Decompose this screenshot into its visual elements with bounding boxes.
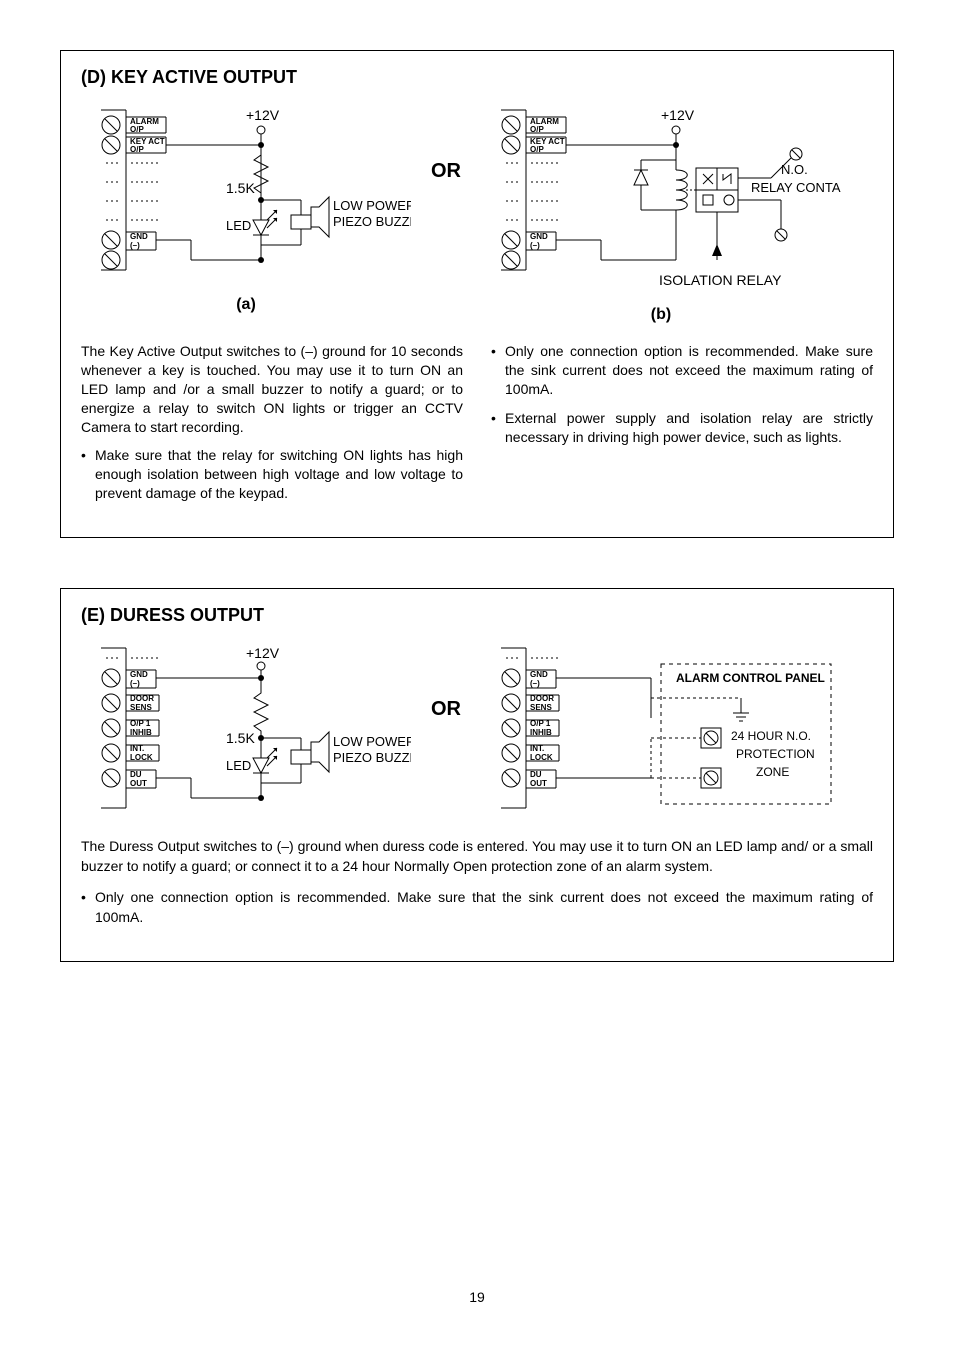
section-e-panel: (E) DURESS OUTPUT GND(–): [60, 588, 894, 962]
svg-text:LOW POWER: LOW POWER: [333, 734, 411, 749]
svg-text:ZONE: ZONE: [756, 765, 789, 779]
svg-text:(–): (–): [130, 679, 140, 688]
svg-text:(–): (–): [530, 679, 540, 688]
svg-text:+12V: +12V: [246, 645, 280, 661]
svg-text:O/P: O/P: [530, 125, 544, 134]
or-separator-d: OR: [431, 100, 461, 183]
section-d-panel: (D) KEY ACTIVE OUTPUT ALARMO/P: [60, 50, 894, 538]
svg-text:DU: DU: [530, 770, 542, 779]
svg-text:DOOR: DOOR: [530, 694, 554, 703]
d-bullet2: Only one connection option is recommende…: [491, 342, 873, 399]
section-d-text: The Key Active Output switches to (–) gr…: [81, 342, 873, 513]
d-bullet3: External power supply and isolation rela…: [491, 409, 873, 447]
diagram-d-b: ALARMO/P KEY ACTO/P GND(–): [481, 100, 841, 300]
svg-text:O/P: O/P: [130, 125, 144, 134]
svg-text:ALARM CONTROL PANEL: ALARM CONTROL PANEL: [676, 671, 825, 685]
svg-text:LED: LED: [226, 758, 251, 773]
svg-text:OUT: OUT: [530, 779, 547, 788]
diagram-d-a: ALARMO/P KEY ACTO/P GND(–): [81, 100, 411, 290]
svg-text:SENS: SENS: [130, 703, 152, 712]
svg-text:RELAY CONTACT: RELAY CONTACT: [751, 180, 841, 195]
svg-text:GND: GND: [130, 232, 148, 241]
svg-text:O/P: O/P: [130, 145, 144, 154]
svg-text:PIEZO BUZZER: PIEZO BUZZER: [333, 214, 411, 229]
svg-text:GND: GND: [530, 670, 548, 679]
svg-text:GND: GND: [130, 670, 148, 679]
svg-text:OUT: OUT: [130, 779, 147, 788]
svg-text:INT.: INT.: [530, 744, 544, 753]
svg-text:LED: LED: [226, 218, 251, 233]
svg-text:INT.: INT.: [130, 744, 144, 753]
svg-text:PROTECTION: PROTECTION: [736, 747, 815, 761]
caption-b: (b): [651, 306, 671, 324]
section-d-title: (D) KEY ACTIVE OUTPUT: [81, 67, 873, 88]
svg-text:N.O.: N.O.: [781, 162, 808, 177]
svg-text:DU: DU: [130, 770, 142, 779]
d-para1: The Key Active Output switches to (–) gr…: [81, 342, 463, 436]
svg-text:SENS: SENS: [530, 703, 552, 712]
d-bullet1: Make sure that the relay for switching O…: [81, 446, 463, 503]
svg-text:INHIB: INHIB: [530, 728, 552, 737]
svg-text:LOCK: LOCK: [130, 753, 153, 762]
svg-text:1.5K: 1.5K: [226, 730, 255, 746]
page-number: 19: [0, 1289, 954, 1305]
e-para1: The Duress Output switches to (–) ground…: [81, 836, 873, 877]
svg-text:PIEZO BUZZER: PIEZO BUZZER: [333, 750, 411, 765]
svg-text:(–): (–): [530, 241, 540, 250]
svg-text:+12V: +12V: [661, 107, 695, 123]
svg-text:LOW POWER: LOW POWER: [333, 198, 411, 213]
svg-text:+12V: +12V: [246, 107, 280, 123]
diagram-e-left: GND(–) DOORSENS O/P 1INHIB INT.LOCK: [81, 638, 411, 818]
section-d-diagrams: ALARMO/P KEY ACTO/P GND(–): [81, 100, 873, 324]
or-separator-e: OR: [431, 638, 461, 721]
svg-text:O/P: O/P: [530, 145, 544, 154]
diagram-e-right: GND(–) DOORSENS O/P 1INHIB INT.LOCK DUOU…: [481, 638, 841, 818]
svg-text:O/P 1: O/P 1: [130, 719, 151, 728]
svg-text:INHIB: INHIB: [130, 728, 152, 737]
svg-text:LOCK: LOCK: [530, 753, 553, 762]
section-e-title: (E) DURESS OUTPUT: [81, 605, 873, 626]
svg-text:1.5K: 1.5K: [226, 180, 255, 196]
svg-text:(–): (–): [130, 241, 140, 250]
caption-a: (a): [236, 296, 256, 314]
svg-text:ISOLATION RELAY: ISOLATION RELAY: [659, 272, 782, 288]
svg-text:O/P 1: O/P 1: [530, 719, 551, 728]
svg-text:24 HOUR N.O.: 24 HOUR N.O.: [731, 729, 811, 743]
e-bullet1: Only one connection option is recommende…: [81, 887, 873, 928]
section-e-diagrams: GND(–) DOORSENS O/P 1INHIB INT.LOCK: [81, 638, 873, 818]
svg-text:DOOR: DOOR: [130, 694, 154, 703]
svg-text:GND: GND: [530, 232, 548, 241]
section-e-text: The Duress Output switches to (–) ground…: [81, 836, 873, 927]
